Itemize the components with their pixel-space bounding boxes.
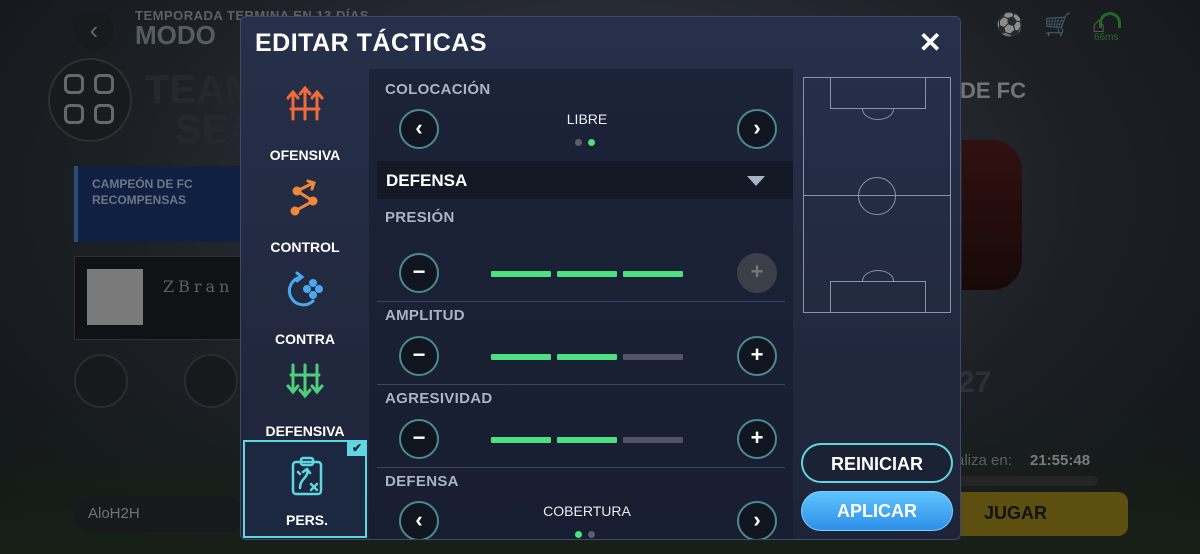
ping-label: 66ms <box>1094 32 1119 43</box>
agresividad-level <box>491 437 683 443</box>
presion-label: PRESIÓN <box>385 209 455 226</box>
divider <box>377 301 785 302</box>
clipboard-icon <box>291 456 323 496</box>
level-segment <box>491 354 551 360</box>
preset-defensiva[interactable]: DEFENSIVA <box>241 353 369 445</box>
progress-bar <box>956 476 1098 486</box>
colocacion-next-button[interactable]: › <box>737 109 777 149</box>
amplitud-level <box>491 354 683 360</box>
level-segment <box>623 271 683 277</box>
colocacion-value: LIBRE <box>566 111 608 127</box>
amplitud-plus-button[interactable]: + <box>737 336 777 376</box>
presion-minus-button[interactable]: − <box>399 253 439 293</box>
preset-contra[interactable]: CONTRA <box>241 261 369 353</box>
back-icon[interactable]: ‹ <box>74 10 114 50</box>
player-name: AloH2H <box>74 496 244 532</box>
colocacion-label: COLOCACIÓN <box>385 81 491 98</box>
campeon-subtitle: RECOMPENSAS <box>92 193 187 207</box>
check-icon: ✔ <box>347 440 367 456</box>
chevron-down-icon <box>747 176 765 186</box>
defensa-dropdown[interactable]: DEFENSA <box>377 161 793 199</box>
brand-card[interactable]: ZBran <box>74 256 244 340</box>
divider <box>377 467 785 468</box>
campeon-title: CAMPEÓN DE FC <box>92 177 193 191</box>
level-segment <box>557 437 617 443</box>
preset-label: OFENSIVA <box>269 147 341 163</box>
top-icons: ⚽ 🛒 ⌂ <box>996 12 1180 40</box>
preset-label: CONTRA <box>275 331 335 347</box>
play-button[interactable]: JUGAR <box>950 492 1128 536</box>
level-segment <box>623 437 683 443</box>
defensive-arrows-icon <box>286 363 324 399</box>
amplitud-label: AMPLITUD <box>385 307 465 324</box>
timer-label: aliza en: <box>956 452 1012 469</box>
defensa-prev-button[interactable]: ‹ <box>399 501 439 539</box>
defensa-dot-1 <box>575 531 582 538</box>
control-path-icon <box>290 179 318 216</box>
brand-text: ZBran <box>163 277 234 296</box>
level-segment <box>491 437 551 443</box>
reset-button[interactable]: REINICIAR <box>801 443 953 483</box>
agresividad-plus-button[interactable]: + <box>737 419 777 459</box>
pitch-preview <box>803 77 951 313</box>
divider <box>377 384 785 385</box>
defensa-dot-2 <box>588 531 595 538</box>
dropdown-label: DEFENSA <box>386 171 468 190</box>
colocacion-dot-1 <box>575 139 582 146</box>
level-segment <box>557 271 617 277</box>
wifi-icon <box>1099 12 1121 28</box>
cart-icon[interactable]: 🛒 <box>1044 12 1072 40</box>
club-logo <box>87 269 143 325</box>
presion-plus-button[interactable]: + <box>737 253 777 293</box>
counter-attack-icon <box>287 271 323 307</box>
agresividad-minus-button[interactable]: − <box>399 419 439 459</box>
campeon-card[interactable]: CAMPEÓN DE FC RECOMPENSAS <box>74 166 244 242</box>
level-segment <box>623 354 683 360</box>
center-circle <box>858 177 896 215</box>
tactic-presets: OFENSIVA CONTROL CONTRA DEFENSIVA ✔ PERS… <box>241 69 369 539</box>
colocacion-dot-2 <box>588 139 595 146</box>
season-banner-big: MODO <box>135 20 216 50</box>
offensive-arrows-icon <box>286 85 324 121</box>
preset-ofensiva[interactable]: OFENSIVA <box>241 77 369 169</box>
modal-title: EDITAR TÁCTICAS <box>255 29 488 57</box>
preset-pers[interactable]: ✔ PERS. <box>243 440 367 538</box>
colocacion-prev-button[interactable]: ‹ <box>399 109 439 149</box>
presion-level <box>491 271 683 277</box>
defensa-style-label: DEFENSA <box>385 473 459 490</box>
timer-value: 21:55:48 <box>1030 452 1091 469</box>
tactic-settings: COLOCACIÓN ‹ LIBRE › DEFENSA PRESIÓN − +… <box>369 69 793 539</box>
preset-label: PERS. <box>285 512 328 528</box>
modal-header: EDITAR TÁCTICAS ✕ <box>241 17 960 69</box>
number-label: 27 <box>958 366 992 399</box>
amplitud-minus-button[interactable]: − <box>399 336 439 376</box>
formation-icon[interactable] <box>184 354 238 408</box>
preset-label: CONTROL <box>270 239 340 255</box>
apply-button[interactable]: APLICAR <box>801 491 953 531</box>
kit-icon[interactable] <box>74 354 128 408</box>
edit-tactics-modal: EDITAR TÁCTICAS ✕ OFENSIVA CONTROL CONTR… <box>240 16 961 540</box>
agresividad-label: AGRESIVIDAD <box>385 390 493 407</box>
penalty-box-top <box>830 77 926 109</box>
preset-control[interactable]: CONTROL <box>241 169 369 261</box>
level-segment <box>491 271 551 277</box>
grid-menu-icon[interactable] <box>48 58 132 142</box>
club-crest <box>962 140 1022 290</box>
preset-label: DEFENSIVA <box>265 423 345 439</box>
close-icon[interactable]: ✕ <box>919 29 942 57</box>
ball-icon[interactable]: ⚽ <box>996 12 1024 40</box>
club-name: DE FC <box>960 78 1026 103</box>
penalty-box-bottom <box>830 281 926 313</box>
defensa-style-value: COBERTURA <box>543 503 631 519</box>
level-segment <box>557 354 617 360</box>
defensa-next-button[interactable]: › <box>737 501 777 539</box>
